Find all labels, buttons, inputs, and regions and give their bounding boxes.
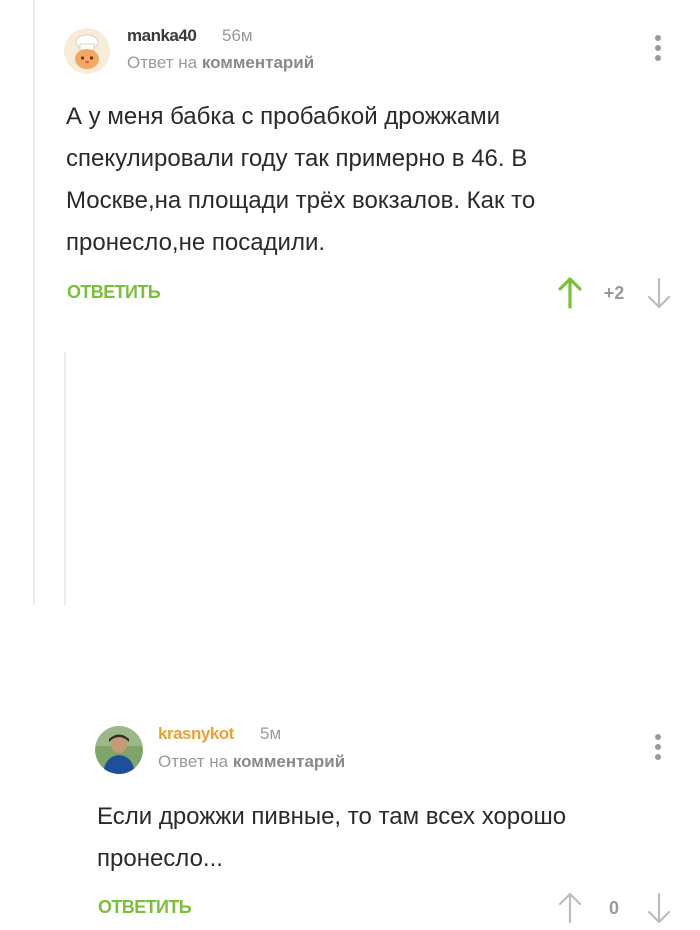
more-options-icon[interactable] xyxy=(653,35,663,65)
vote-up-icon[interactable] xyxy=(557,276,583,310)
username[interactable]: manka40 xyxy=(127,26,197,46)
comment-score: +2 xyxy=(603,283,625,303)
username[interactable]: krasnykot xyxy=(158,724,234,744)
reply-target-link[interactable]: комментарий xyxy=(202,53,314,72)
comment-reply: krasnykot 5м Ответ на комментарий Если д… xyxy=(0,352,700,924)
reply-target-link[interactable]: комментарий xyxy=(233,752,345,771)
reply-button[interactable]: ОТВЕТИТЬ xyxy=(98,897,192,918)
vote-down-icon[interactable] xyxy=(646,891,672,925)
user-photo-icon xyxy=(95,726,143,774)
comment-time: 5м xyxy=(260,724,282,743)
reply-to: Ответ на комментарий xyxy=(127,53,314,73)
avatar[interactable] xyxy=(64,28,110,74)
reply-prefix: Ответ на xyxy=(158,752,229,771)
reply-prefix: Ответ на xyxy=(127,53,198,72)
more-options-icon[interactable] xyxy=(653,734,663,764)
reply-to: Ответ на комментарий xyxy=(158,752,345,772)
avatar[interactable] xyxy=(95,726,143,774)
chef-cat-icon xyxy=(64,28,110,74)
comment-text: Если дрожжи пивные, то там всех хорошо п… xyxy=(97,803,567,872)
comment-text: А у меня бабка с пробабкой дрожжами спек… xyxy=(66,103,536,256)
reply-button[interactable]: ОТВЕТИТЬ xyxy=(67,282,161,303)
vote-down-icon[interactable] xyxy=(646,276,672,310)
vote-up-icon[interactable] xyxy=(557,891,583,925)
comment-score: 0 xyxy=(608,898,619,918)
comment: manka40 56м Ответ на комментарий А у мен… xyxy=(0,0,700,340)
comment-time: 56м xyxy=(222,26,253,45)
